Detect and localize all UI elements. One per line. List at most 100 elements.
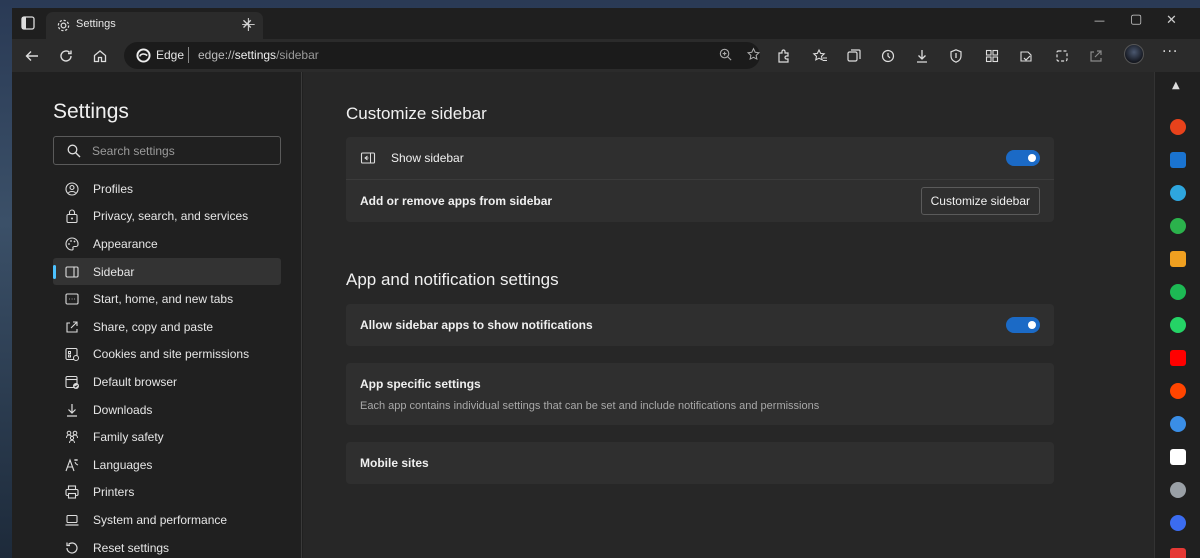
zoom-button[interactable] [718,47,735,64]
favorites-button[interactable] [810,46,830,66]
allow-notifications-label: Allow sidebar apps to show notifications [360,318,593,332]
customize-sidebar-card: Show sidebar Add or remove apps from sid… [346,137,1054,222]
home-button[interactable] [90,46,110,66]
favorites-icon [812,48,827,62]
nav-item-downloads[interactable]: Downloads [53,396,281,424]
app-specific-settings-description: Each app contains individual settings th… [360,400,820,412]
whatsapp-app-icon[interactable] [1170,317,1186,333]
reddit-app-icon[interactable] [1170,383,1186,399]
security-button[interactable] [946,46,966,66]
add-favorite-button[interactable] [746,47,763,64]
nav-item-reset-settings[interactable]: Reset settings [53,534,281,558]
notion-app-icon[interactable] [1170,515,1186,531]
maximize-button[interactable]: ▢ [1130,12,1146,28]
apps-icon [985,49,999,63]
heart-pulse-icon [1020,51,1032,62]
settings-title: Settings [53,100,129,123]
tab-actions-icon[interactable] [20,15,36,31]
tab-title: Settings [76,18,116,30]
nav-label: Privacy, search, and services [93,209,249,224]
collections-icon [847,49,861,62]
back-arrow-icon [25,51,38,61]
screenshot-app-icon[interactable] [1170,416,1186,432]
collections-button[interactable] [844,46,864,66]
sidebar-scroll-up-icon[interactable]: ▲ [1172,80,1180,91]
nav-item-sidebar[interactable]: Sidebar [53,257,281,286]
browser-window: Settings ✕ + — ▢ ✕ Edge edge://settings/… [12,8,1200,558]
nav-item-system-performance[interactable]: System and performance [53,506,281,534]
nav-label: Sidebar [93,264,135,279]
nav-item-default-browser[interactable]: Default browser [53,368,281,396]
nav-item-printers[interactable]: Printers [53,479,281,507]
nav-item-start-home[interactable]: Start, home, and new tabs [53,285,281,313]
settings-content: Customize sidebar Show sidebar Add or re… [303,72,1154,558]
nav-item-cookies[interactable]: Cookies and site permissions [53,341,281,369]
url-text: edge://settings/sidebar [198,48,319,62]
show-sidebar-label: Show sidebar [391,151,464,165]
screenshot-button[interactable] [1052,46,1072,66]
nav-label: System and performance [93,512,228,527]
spotify-app-icon[interactable] [1170,284,1186,300]
pen-app-icon[interactable] [1170,482,1186,498]
telegram-app-icon[interactable] [1170,185,1186,201]
address-bar[interactable]: Edge edge://settings/sidebar [124,42,763,69]
share-button[interactable] [1086,46,1106,66]
allow-notifications-toggle[interactable] [1006,317,1040,333]
nav-item-privacy[interactable]: Privacy, search, and services [53,203,281,231]
minimize-button[interactable]: — [1094,14,1110,30]
download-icon [67,403,77,417]
extensions-button[interactable] [774,46,794,66]
navigation-bar: Edge edge://settings/sidebar ··· [12,39,1200,72]
show-sidebar-toggle[interactable] [1006,150,1040,166]
screenshot-icon [1056,50,1068,62]
feedly-app-icon[interactable] [1170,218,1186,234]
url-path: /sidebar [276,48,319,62]
wikipedia-app-icon[interactable] [1170,449,1186,465]
nav-item-profiles[interactable]: Profiles [53,175,281,203]
deezer-app-icon[interactable] [1170,251,1186,267]
nav-item-share-copy[interactable]: Share, copy and paste [53,313,281,341]
tab-bar: Settings ✕ + — ▢ ✕ [12,8,1200,39]
lock-icon [66,209,78,224]
tab-settings[interactable]: Settings ✕ [46,12,263,39]
app-specific-settings-card[interactable]: App specific settings Each app contains … [346,363,1054,425]
nav-item-family-safety[interactable]: Family safety [53,423,281,451]
nav-label: Printers [93,485,135,500]
close-window-button[interactable]: ✕ [1166,13,1182,29]
home-icon [93,50,107,63]
laptop-icon [65,514,79,526]
customize-sidebar-heading: Customize sidebar [346,104,487,123]
app-specific-settings-label: App specific settings [360,377,481,391]
office-app-icon[interactable] [1170,119,1186,135]
search-box[interactable] [53,136,281,165]
search-input[interactable] [92,142,272,160]
sidebar-icon [65,266,79,278]
settings-nav: Settings Profiles Privacy, search, and s… [12,72,302,558]
gear-icon [57,19,70,32]
nav-label: Reset settings [93,540,170,555]
profile-avatar[interactable] [1124,44,1144,64]
app-notification-heading: App and notification settings [346,270,559,289]
show-sidebar-row: Show sidebar [346,137,1054,179]
outlook-app-icon[interactable] [1170,152,1186,168]
refresh-button[interactable] [56,46,76,66]
nav-label: Cookies and site permissions [93,347,250,362]
new-tab-button[interactable]: + [240,14,257,34]
cookies-icon [65,348,79,362]
back-button[interactable] [22,46,42,66]
customize-sidebar-button[interactable]: Customize sidebar [920,187,1040,215]
mobile-sites-card[interactable]: Mobile sites [346,442,1054,484]
youtube-app-icon[interactable] [1170,350,1186,366]
history-button[interactable] [878,46,898,66]
nav-item-languages[interactable]: Languages [53,451,281,479]
edge-logo-icon [136,48,151,63]
nav-item-appearance[interactable]: Appearance [53,230,281,258]
shield-icon [950,49,962,63]
more-menu-button[interactable]: ··· [1162,44,1178,60]
reset-icon [66,541,78,554]
downloads-button[interactable] [912,46,932,66]
mail-app-icon[interactable] [1170,548,1186,558]
download-icon [917,50,927,63]
performance-button[interactable] [1016,46,1036,66]
apps-button[interactable] [982,46,1002,66]
